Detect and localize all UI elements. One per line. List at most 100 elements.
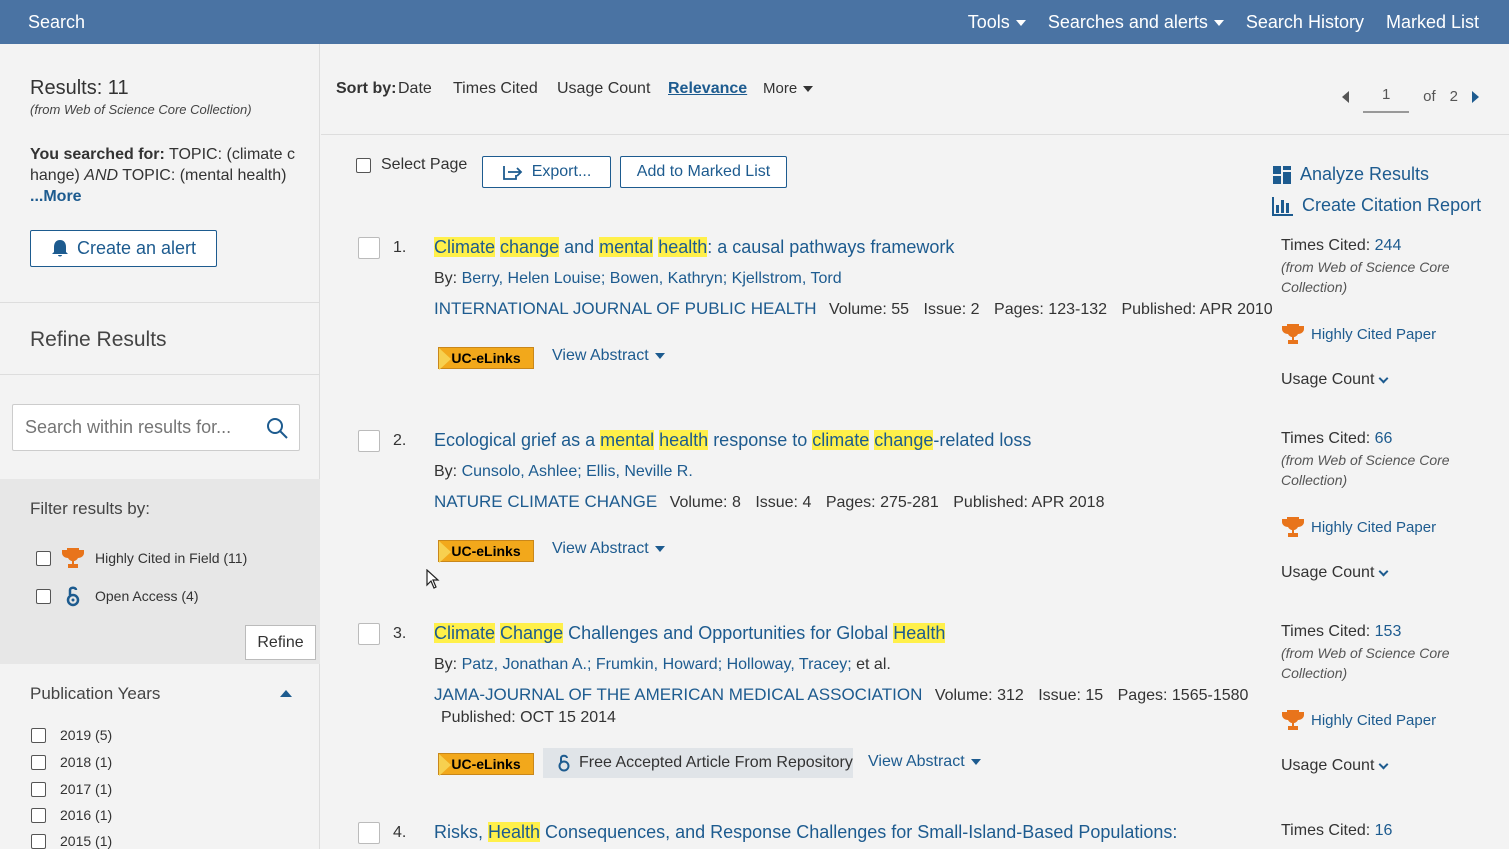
- next-page-icon[interactable]: [1472, 90, 1479, 103]
- search-icon[interactable]: [265, 416, 289, 440]
- analyze-results-link[interactable]: Analyze Results: [1272, 164, 1481, 185]
- publication-years-title[interactable]: Publication Years: [30, 684, 160, 704]
- refine-button[interactable]: Refine: [245, 625, 316, 660]
- caret-down-icon: [654, 546, 665, 552]
- record-authors: By: Berry, Helen Louise; Bowen, Kathryn;…: [434, 270, 842, 288]
- highly-cited-label: Highly Cited Paper: [1311, 711, 1437, 729]
- bar-chart-icon: [1272, 196, 1293, 216]
- select-page[interactable]: Select Page: [356, 156, 467, 174]
- record-source: NATURE CLIMATE CHANGE Volume: 8 Issue: 4…: [434, 492, 1104, 512]
- divider: [0, 302, 320, 303]
- record-metrics: Times Cited: 244 (from Web of Science Co…: [1281, 237, 1481, 389]
- free-article-button[interactable]: Free Accepted Article From Repository: [543, 748, 853, 778]
- record-title[interactable]: Climate Change Challenges and Opportunit…: [434, 623, 946, 644]
- export-button[interactable]: Export...: [482, 156, 611, 188]
- sort-date[interactable]: Date: [398, 80, 432, 98]
- journal-link[interactable]: JAMA-JOURNAL OF THE AMERICAN MEDICAL ASS…: [434, 685, 922, 704]
- search-within-input[interactable]: [25, 417, 255, 438]
- year-filter-2018[interactable]: 2018 (1): [31, 754, 112, 770]
- filter-highly-cited[interactable]: Highly Cited in Field (11): [36, 547, 247, 569]
- record-published: Published: OCT 15 2014: [441, 709, 616, 727]
- uc-elinks-button[interactable]: UC-eLinks: [438, 753, 534, 776]
- sort-relevance[interactable]: Relevance: [668, 80, 747, 98]
- select-page-checkbox[interactable]: [356, 157, 371, 173]
- caret-down-icon: [654, 353, 665, 359]
- checkbox[interactable]: [31, 727, 46, 743]
- highly-cited-badge[interactable]: Highly Cited Paper: [1281, 709, 1481, 731]
- search-nav-link[interactable]: Search: [28, 12, 85, 33]
- view-abstract-link[interactable]: View Abstract: [552, 347, 665, 365]
- usage-count-toggle[interactable]: Usage Count: [1281, 757, 1481, 775]
- times-cited-value[interactable]: 153: [1375, 623, 1402, 640]
- title-text: Consequences, and Response Challenges fo…: [540, 822, 1178, 842]
- sort-times-cited[interactable]: Times Cited: [453, 80, 538, 98]
- sort-usage-count[interactable]: Usage Count: [557, 80, 650, 98]
- marked-list-link[interactable]: Marked List: [1386, 12, 1479, 33]
- record-title[interactable]: Risks, Health Consequences, and Response…: [434, 822, 1177, 843]
- filter-open-access[interactable]: Open Access (4): [36, 585, 199, 607]
- query-operator: AND: [84, 167, 119, 184]
- usage-count-toggle[interactable]: Usage Count: [1281, 564, 1481, 582]
- times-cited-label: Times Cited:: [1281, 822, 1371, 839]
- checkbox[interactable]: [31, 833, 46, 849]
- sort-more[interactable]: More: [763, 80, 814, 97]
- year-filter-2015[interactable]: 2015 (1): [31, 833, 112, 849]
- page-number-input[interactable]: 1: [1363, 86, 1410, 113]
- year-label: 2018 (1): [60, 754, 113, 770]
- title-text: : a causal pathways framework: [707, 237, 955, 257]
- record-checkbox[interactable]: [358, 237, 380, 259]
- times-cited-value[interactable]: 16: [1375, 822, 1393, 839]
- chevron-down-icon: [1378, 373, 1389, 383]
- view-abstract-link[interactable]: View Abstract: [552, 540, 665, 558]
- collapse-up-icon[interactable]: [280, 690, 292, 697]
- record-checkbox[interactable]: [358, 822, 380, 844]
- volume-value: 55: [891, 301, 910, 318]
- citation-report-link[interactable]: Create Citation Report: [1272, 195, 1481, 216]
- total-pages: 2: [1449, 88, 1458, 105]
- divider: [0, 374, 320, 375]
- checkbox[interactable]: [36, 550, 51, 566]
- record-metrics: Times Cited: 66 (from Web of Science Cor…: [1281, 430, 1481, 582]
- usage-count-toggle[interactable]: Usage Count: [1281, 371, 1481, 389]
- journal-link[interactable]: NATURE CLIMATE CHANGE: [434, 492, 657, 511]
- view-abstract-link[interactable]: View Abstract: [868, 753, 981, 771]
- author-links[interactable]: Patz, Jonathan A.; Frumkin, Howard; Holl…: [462, 656, 852, 673]
- add-to-marked-list-button[interactable]: Add to Marked List: [620, 156, 787, 188]
- author-links[interactable]: Cunsolo, Ashlee; Ellis, Neville R.: [462, 463, 693, 480]
- create-alert-button[interactable]: Create an alert: [30, 230, 217, 267]
- pages-value: 123-132: [1048, 301, 1108, 318]
- author-links[interactable]: Berry, Helen Louise; Bowen, Kathryn; Kje…: [462, 270, 842, 287]
- filter-title: Filter results by:: [30, 499, 150, 518]
- record-checkbox[interactable]: [358, 430, 380, 452]
- search-history-link[interactable]: Search History: [1246, 12, 1364, 33]
- year-filter-2019[interactable]: 2019 (5): [31, 727, 112, 743]
- trophy-icon: [1282, 517, 1304, 537]
- checkbox[interactable]: [31, 754, 46, 770]
- times-cited-value[interactable]: 244: [1375, 237, 1402, 254]
- journal-link[interactable]: INTERNATIONAL JOURNAL OF PUBLIC HEALTH: [434, 299, 817, 318]
- checkbox[interactable]: [31, 781, 46, 797]
- times-cited-value[interactable]: 66: [1375, 430, 1393, 447]
- tools-menu[interactable]: Tools: [968, 12, 1026, 33]
- uc-elinks-button[interactable]: UC-eLinks: [438, 347, 534, 370]
- record-title[interactable]: Ecological grief as a mental health resp…: [434, 430, 1031, 451]
- uc-elinks-button[interactable]: UC-eLinks: [438, 540, 534, 563]
- checkbox[interactable]: [36, 588, 51, 604]
- highlighted-term: health: [658, 237, 708, 257]
- year-label: 2017 (1): [60, 781, 113, 797]
- highly-cited-badge[interactable]: Highly Cited Paper: [1281, 323, 1481, 345]
- year-filter-2016[interactable]: 2016 (1): [31, 807, 112, 823]
- record-title[interactable]: Climate change and mental health: a caus…: [434, 237, 954, 258]
- pages-value: 275-281: [880, 494, 939, 511]
- prev-page-icon[interactable]: [1342, 90, 1350, 103]
- record-checkbox[interactable]: [358, 623, 380, 645]
- checkbox[interactable]: [31, 807, 46, 823]
- issue-value: 15: [1085, 687, 1104, 704]
- published-label: Published:: [441, 709, 516, 726]
- searches-alerts-menu[interactable]: Searches and alerts: [1048, 12, 1224, 33]
- more-link[interactable]: ...More: [30, 188, 82, 205]
- times-cited: Times Cited: 66: [1281, 430, 1481, 448]
- pages-label: Pages:: [825, 494, 876, 511]
- year-filter-2017[interactable]: 2017 (1): [31, 781, 112, 797]
- highly-cited-badge[interactable]: Highly Cited Paper: [1281, 516, 1481, 538]
